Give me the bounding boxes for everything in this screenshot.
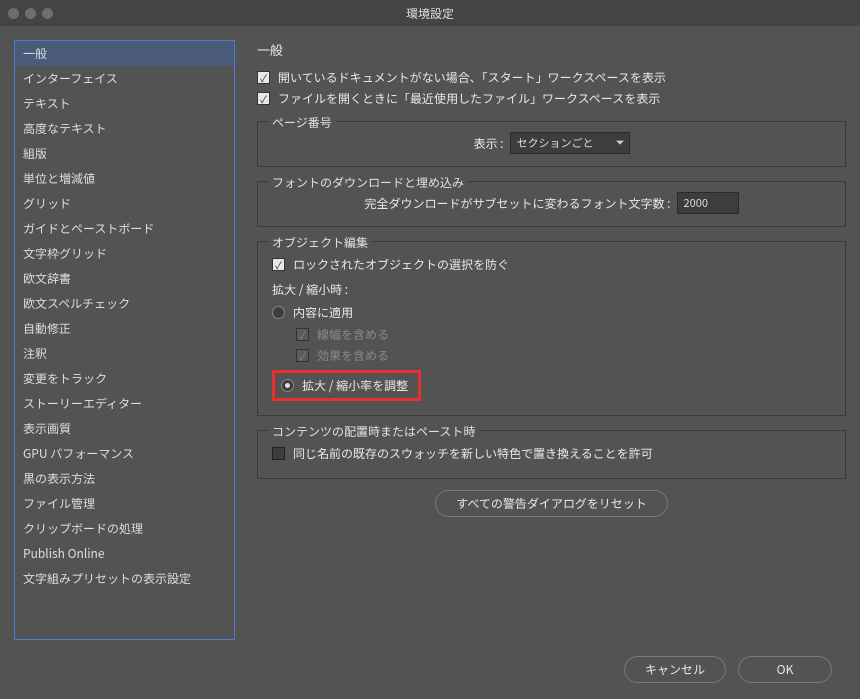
sidebar-item[interactable]: 文字組みプリセットの表示設定 xyxy=(15,566,234,591)
sidebar-item[interactable]: 変更をトラック xyxy=(15,366,234,391)
group-label: オブジェクト編集 xyxy=(268,234,372,251)
radio-icon xyxy=(281,379,294,392)
sidebar-item[interactable]: 注釈 xyxy=(15,341,234,366)
group-font-embed: フォントのダウンロードと埋め込み 完全ダウンロードがサブセットに変わるフォント文… xyxy=(257,181,846,227)
group-label: ページ番号 xyxy=(268,114,336,131)
group-page-number: ページ番号 表示 : セクションごと xyxy=(257,121,846,167)
group-paste: コンテンツの配置時またはペースト時 同じ名前の既存のスウォッチを新しい特色で置き… xyxy=(257,430,846,479)
checkbox-label: 効果を含める xyxy=(317,347,389,364)
sidebar-item[interactable]: GPU パフォーマンス xyxy=(15,441,234,466)
checkbox-label: ロックされたオブジェクトの選択を防ぐ xyxy=(293,256,509,273)
panel-heading: 一般 xyxy=(257,40,846,59)
checkbox-label: ファイルを開くときに「最近使用したファイル」ワークスペースを表示 xyxy=(278,90,660,107)
category-sidebar: 一般インターフェイステキスト高度なテキスト組版単位と増減値グリッドガイドとペース… xyxy=(14,40,235,640)
titlebar: 環境設定 xyxy=(0,0,860,26)
radio-label: 内容に適用 xyxy=(293,304,353,321)
check-start-workspace[interactable]: ✓ 開いているドキュメントがない場合、「スタート」ワークスペースを表示 xyxy=(257,69,846,86)
sidebar-item[interactable]: 欧文辞書 xyxy=(15,266,234,291)
checkbox-icon: ✓ xyxy=(257,71,270,84)
main-panel: 一般 ✓ 開いているドキュメントがない場合、「スタート」ワークスペースを表示 ✓… xyxy=(235,40,846,640)
checkbox-label: 線幅を含める xyxy=(317,326,389,343)
window-title: 環境設定 xyxy=(0,5,860,22)
sidebar-item[interactable]: ストーリーエディター xyxy=(15,391,234,416)
sidebar-item[interactable]: 表示画質 xyxy=(15,416,234,441)
sidebar-item[interactable]: インターフェイス xyxy=(15,66,234,91)
sidebar-item[interactable]: グリッド xyxy=(15,191,234,216)
font-subset-label: 完全ダウンロードがサブセットに変わるフォント文字数 : xyxy=(364,195,670,212)
ok-button[interactable]: OK xyxy=(738,656,832,683)
radio-icon xyxy=(272,306,285,319)
checkbox-icon: ✓ xyxy=(272,258,285,271)
checkbox-label: 同じ名前の既存のスウォッチを新しい特色で置き換えることを許可 xyxy=(293,445,653,462)
checkbox-label: 開いているドキュメントがない場合、「スタート」ワークスペースを表示 xyxy=(278,69,666,86)
sidebar-item[interactable]: クリップボードの処理 xyxy=(15,516,234,541)
sidebar-item[interactable]: 高度なテキスト xyxy=(15,116,234,141)
check-include-stroke: ✓ 線幅を含める xyxy=(296,326,831,343)
checkbox-icon: ✓ xyxy=(257,92,270,105)
scale-heading: 拡大 / 縮小時 : xyxy=(272,281,831,298)
sidebar-item[interactable]: 組版 xyxy=(15,141,234,166)
check-prevent-locked-selection[interactable]: ✓ ロックされたオブジェクトの選択を防ぐ xyxy=(272,256,831,273)
cancel-button[interactable]: キャンセル xyxy=(624,656,726,683)
show-label: 表示 : xyxy=(473,135,503,152)
sidebar-item[interactable]: 単位と増減値 xyxy=(15,166,234,191)
reset-warnings-button[interactable]: すべての警告ダイアログをリセット xyxy=(435,490,668,517)
check-include-effects: ✓ 効果を含める xyxy=(296,347,831,364)
group-object-edit: オブジェクト編集 ✓ ロックされたオブジェクトの選択を防ぐ 拡大 / 縮小時 :… xyxy=(257,241,846,416)
sidebar-item[interactable]: 自動修正 xyxy=(15,316,234,341)
footer-buttons: キャンセル OK xyxy=(624,656,832,683)
sidebar-item[interactable]: 文字枠グリッド xyxy=(15,241,234,266)
radio-apply-to-content[interactable]: 内容に適用 xyxy=(272,304,831,321)
sidebar-item[interactable]: 欧文スペルチェック xyxy=(15,291,234,316)
sidebar-item[interactable]: ファイル管理 xyxy=(15,491,234,516)
radio-adjust-scale-percent[interactable]: 拡大 / 縮小率を調整 xyxy=(281,377,408,394)
sidebar-item[interactable]: 一般 xyxy=(15,41,234,66)
page-number-display-select[interactable]: セクションごと xyxy=(510,132,630,154)
checkbox-icon: ✓ xyxy=(296,349,309,362)
checkbox-icon: ✓ xyxy=(296,328,309,341)
sidebar-item[interactable]: 黒の表示方法 xyxy=(15,466,234,491)
group-label: フォントのダウンロードと埋め込み xyxy=(268,174,468,191)
sidebar-item[interactable]: テキスト xyxy=(15,91,234,116)
highlight-adjust-scale: 拡大 / 縮小率を調整 xyxy=(272,370,421,401)
checkbox-icon xyxy=(272,447,285,460)
group-label: コンテンツの配置時またはペースト時 xyxy=(268,423,479,440)
check-replace-swatch[interactable]: 同じ名前の既存のスウォッチを新しい特色で置き換えることを許可 xyxy=(272,445,831,462)
sidebar-item[interactable]: Publish Online xyxy=(15,541,234,566)
sidebar-item[interactable]: ガイドとペーストボード xyxy=(15,216,234,241)
check-recent-workspace[interactable]: ✓ ファイルを開くときに「最近使用したファイル」ワークスペースを表示 xyxy=(257,90,846,107)
font-subset-threshold-input[interactable]: 2000 xyxy=(677,192,739,214)
radio-label: 拡大 / 縮小率を調整 xyxy=(302,377,408,394)
